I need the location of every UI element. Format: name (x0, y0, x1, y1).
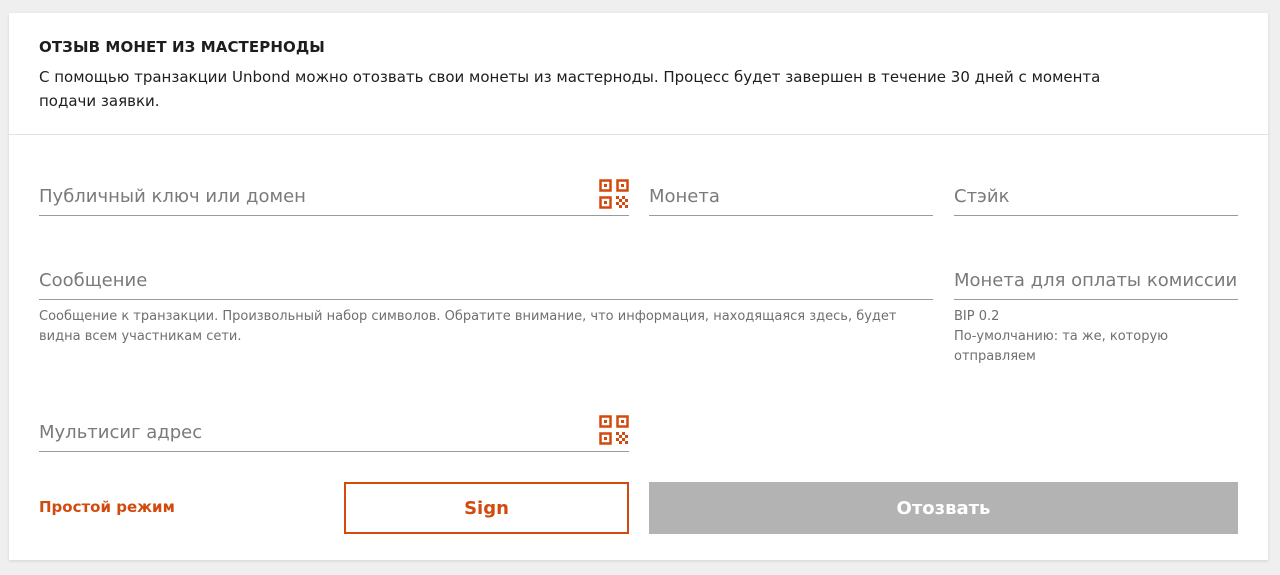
unbond-submit-button[interactable]: Отозвать (649, 482, 1238, 534)
multisig-placeholder: Мультисиг адрес (39, 422, 203, 443)
fee-coin-value: BIP 0.2 (954, 309, 1000, 324)
sign-button[interactable]: Sign (344, 482, 629, 534)
stake-field[interactable]: Стэйк (954, 178, 1238, 216)
simple-mode-link[interactable]: Простой режим (39, 498, 175, 516)
coin-placeholder: Монета (649, 186, 720, 207)
fee-coin-help-text: По-умолчанию: та же, которую отправляем (954, 329, 1169, 364)
qr-code-icon[interactable] (599, 415, 629, 445)
public-key-placeholder: Публичный ключ или домен (39, 186, 306, 207)
stake-placeholder: Стэйк (954, 186, 1010, 207)
multisig-address-field[interactable]: Мультисиг адрес (39, 414, 629, 452)
fee-coin-placeholder: Монета для оплаты комиссии (954, 270, 1238, 291)
page-title: ОТЗЫВ МОНЕТ ИЗ МАСТЕРНОДЫ (39, 38, 325, 56)
card-header: ОТЗЫВ МОНЕТ ИЗ МАСТЕРНОДЫ С помощью тран… (9, 13, 1268, 135)
message-placeholder: Сообщение (39, 270, 148, 291)
unbond-card: ОТЗЫВ МОНЕТ ИЗ МАСТЕРНОДЫ С помощью тран… (9, 13, 1268, 560)
message-field[interactable]: Сообщение (39, 262, 933, 300)
public-key-field[interactable]: Публичный ключ или домен (39, 178, 629, 216)
coin-field[interactable]: Монета (649, 178, 933, 216)
message-help-text: Сообщение к транзакции. Произвольный наб… (39, 309, 897, 344)
page-description: С помощью транзакции Unbond можно отозва… (39, 68, 1101, 110)
fee-coin-field[interactable]: Монета для оплаты комиссии (954, 262, 1238, 300)
qr-code-icon[interactable] (599, 179, 629, 209)
